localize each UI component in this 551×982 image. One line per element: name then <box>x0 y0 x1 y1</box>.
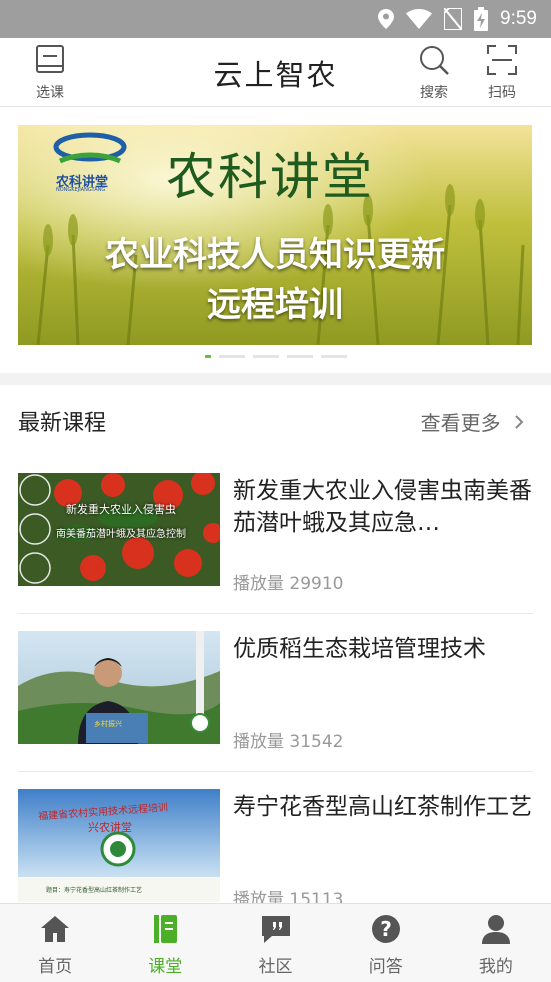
home-icon <box>41 916 70 942</box>
status-time: 9:59 <box>500 8 537 29</box>
top-bar: 选课 云上智农 搜索 扫码 <box>0 38 551 107</box>
classroom-icon <box>154 915 178 943</box>
carousel-dot[interactable] <box>204 355 211 358</box>
scan-icon <box>487 45 517 75</box>
thumbnail-caption-1: 乡村振兴 <box>94 720 122 728</box>
svg-text:?: ? <box>380 917 392 941</box>
thumbnail-caption-2: 南美番茄潜叶蛾及其应急控制 <box>56 529 186 540</box>
scan-button[interactable]: 扫码 <box>472 44 532 102</box>
section-divider <box>0 373 551 385</box>
thumbnail-caption-2: 兴农讲堂 <box>88 821 132 834</box>
tab-qa[interactable]: ? 问答 <box>331 904 441 982</box>
wifi-icon <box>406 9 433 29</box>
carousel-dot[interactable] <box>218 355 245 358</box>
community-icon <box>261 916 290 943</box>
course-title: 优质稻生态栽培管理技术 <box>233 636 486 662</box>
course-play-count: 播放量 31542 <box>233 732 344 752</box>
thumbnail-caption-3: 题目：寿宁花香型高山红茶制作工艺 <box>46 887 143 894</box>
tab-qa-label: 问答 <box>368 957 403 977</box>
app-title: 云上智农 <box>213 58 338 92</box>
question-icon: ? <box>371 915 400 943</box>
tab-community-label: 社区 <box>258 957 293 977</box>
section-title: 最新课程 <box>18 411 107 436</box>
banner-title: 农科讲堂 <box>166 148 374 206</box>
scan-label: 扫码 <box>488 85 516 101</box>
course-title: 寿宁花香型高山红茶制作工艺 <box>233 794 532 820</box>
bottom-tab-bar: 首页 课堂 社区 ? 问答 我的 <box>0 903 551 982</box>
banner-line2: 远程培训 <box>207 285 343 325</box>
tab-home[interactable]: 首页 <box>0 904 110 982</box>
course-thumbnail: 乡村振兴 <box>18 631 220 744</box>
course-title: 新发重大农业入侵害虫南美番茄潜叶蛾及其应急… <box>233 478 532 536</box>
course-thumbnail: 福建省农村实用技术远程培训 兴农讲堂 题目：寿宁花香型高山红茶制作工艺 <box>18 789 220 902</box>
battery-charging-icon <box>474 7 489 31</box>
course-item[interactable]: 新发重大农业入侵害虫 南美番茄潜叶蛾及其应急控制 新发重大农业入侵害虫南美番茄潜… <box>18 473 533 614</box>
banner-line1: 农业科技人员知识更新 <box>105 235 445 275</box>
view-more-label: 查看更多 <box>420 411 501 435</box>
search-button[interactable]: 搜索 <box>404 44 464 102</box>
carousel-indicator <box>0 355 551 358</box>
course-item[interactable]: 乡村振兴 优质稻生态栽培管理技术 播放量 31542 <box>18 631 533 772</box>
carousel-dot[interactable] <box>252 355 279 358</box>
view-more-link[interactable]: 查看更多 <box>421 407 525 436</box>
tab-community[interactable]: 社区 <box>220 904 330 982</box>
status-bar: 9:59 <box>0 0 551 38</box>
tab-profile-label: 我的 <box>478 957 513 977</box>
banner-logo-subtext: NONGKEJIANGTANG <box>56 187 106 193</box>
location-icon <box>378 9 395 29</box>
search-icon <box>420 46 449 75</box>
thumbnail-caption-1: 新发重大农业入侵害虫 <box>66 503 176 516</box>
no-sim-icon <box>444 8 463 30</box>
search-label: 搜索 <box>420 85 448 101</box>
tab-classroom[interactable]: 课堂 <box>110 904 220 982</box>
carousel-dot[interactable] <box>320 355 347 358</box>
tab-home-label: 首页 <box>38 957 73 977</box>
tab-profile[interactable]: 我的 <box>441 904 551 982</box>
course-play-count: 播放量 29910 <box>233 574 344 594</box>
chevron-right-icon <box>515 415 524 429</box>
carousel-dot[interactable] <box>286 355 313 358</box>
banner-carousel[interactable]: 农科讲堂 NONGKEJIANGTANG 农科讲堂 农业科技人员知识更新 远程培… <box>18 125 532 345</box>
profile-icon <box>481 915 510 944</box>
course-thumbnail: 新发重大农业入侵害虫 南美番茄潜叶蛾及其应急控制 <box>18 473 220 586</box>
tab-classroom-label: 课堂 <box>148 957 183 977</box>
